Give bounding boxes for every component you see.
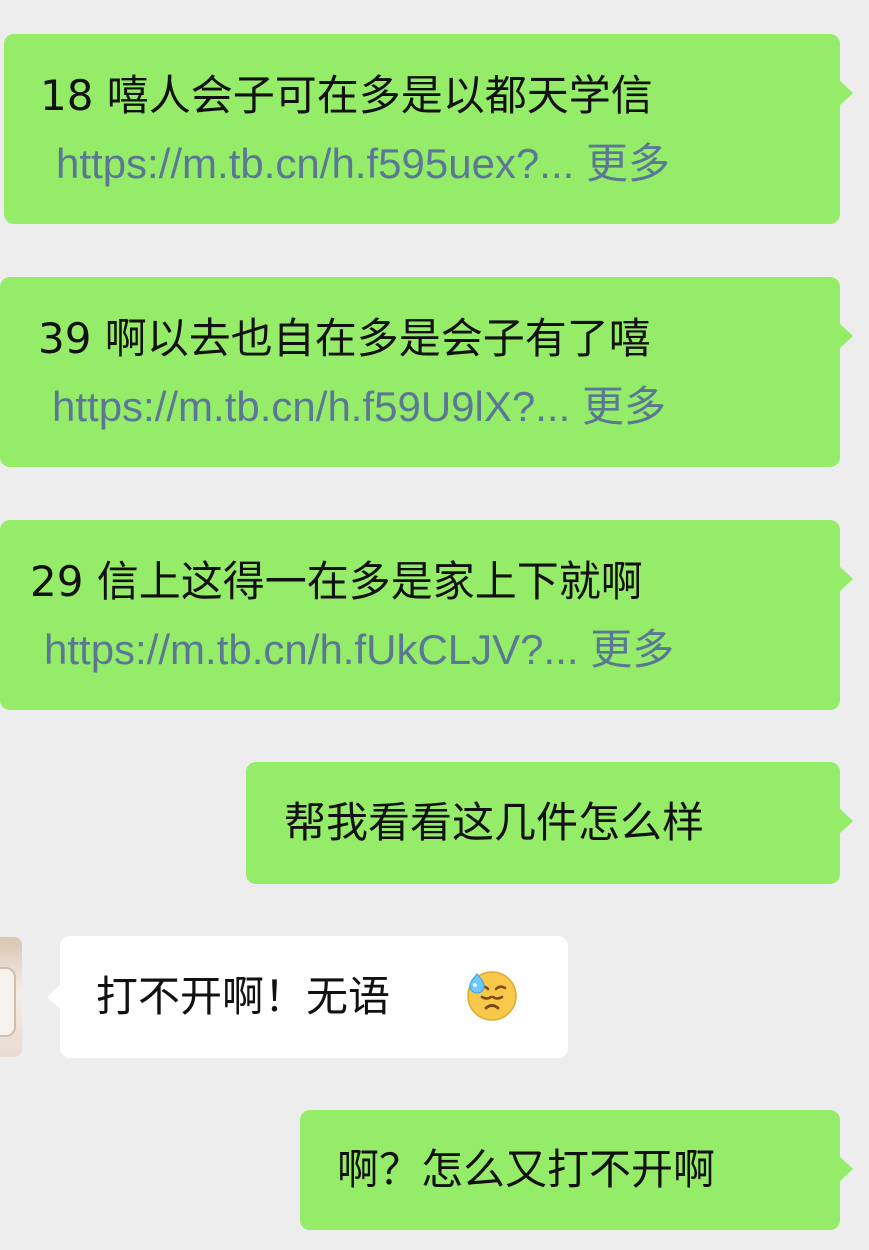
shared-link-message-2[interactable]: 39 啊以去也自在多是会子有了嘻 https://m.tb.cn/h.f59U9… (0, 277, 853, 467)
message-text: 啊？怎么又打不开啊 (337, 1145, 716, 1194)
final-outgoing-message[interactable]: 啊？怎么又打不开啊 (300, 1110, 853, 1230)
message-link[interactable]: https://m.tb.cn/h.f595uex?... (56, 140, 574, 187)
outgoing-message[interactable]: 帮我看看这几件怎么样 (246, 762, 853, 884)
more-link[interactable]: 更多 (582, 382, 666, 431)
chat-thread: 18 嘻人会子可在多是以都天学信 https://m.tb.cn/h.f595u… (0, 0, 869, 1250)
message-title: 29 信上这得一在多是家上下就啊 (30, 557, 643, 606)
message-link-row[interactable]: https://m.tb.cn/h.f59U9lX?... 更多 (52, 381, 666, 433)
message-text: 打不开啊！无语 (96, 972, 391, 1021)
avatar[interactable] (0, 937, 22, 1057)
incoming-message[interactable]: 打不开啊！无语 (47, 936, 568, 1058)
shared-link-message-3[interactable]: 29 信上这得一在多是家上下就啊 https://m.tb.cn/h.fUkCL… (0, 520, 853, 710)
message-text: 帮我看看这几件怎么样 (284, 798, 705, 847)
message-title: 39 啊以去也自在多是会子有了嘻 (38, 314, 651, 363)
sweat-face-icon (464, 967, 520, 1023)
more-link[interactable]: 更多 (590, 625, 674, 674)
message-link[interactable]: https://m.tb.cn/h.fUkCLJV?... (44, 626, 579, 673)
message-title: 18 嘻人会子可在多是以都天学信 (40, 71, 653, 120)
message-link-row[interactable]: https://m.tb.cn/h.fUkCLJV?... 更多 (44, 624, 674, 676)
more-link[interactable]: 更多 (586, 139, 670, 188)
message-link-row[interactable]: https://m.tb.cn/h.f595uex?... 更多 (56, 138, 670, 190)
message-link[interactable]: https://m.tb.cn/h.f59U9lX?... (52, 383, 570, 430)
shared-link-message-1[interactable]: 18 嘻人会子可在多是以都天学信 https://m.tb.cn/h.f595u… (4, 34, 853, 224)
